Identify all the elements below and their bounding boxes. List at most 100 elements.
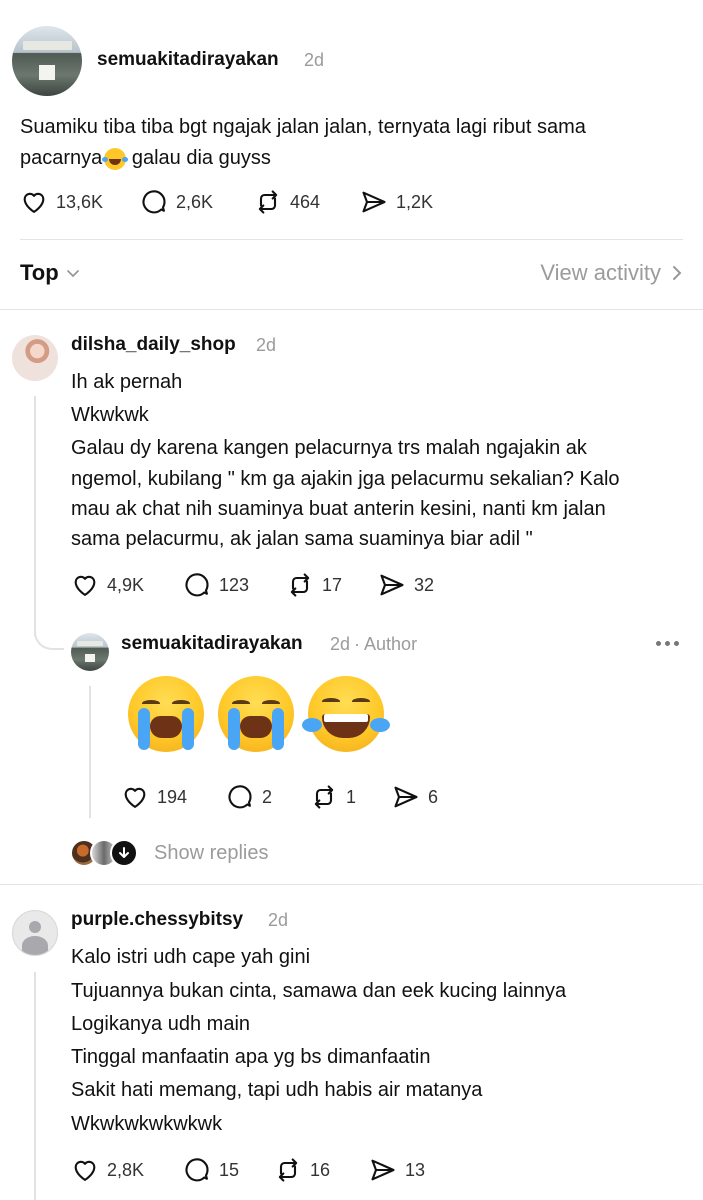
reply-time-value: 2d [330, 634, 351, 654]
comment-repost-button[interactable]: 17 [286, 571, 342, 599]
post-share-button[interactable]: 1,2K [360, 188, 433, 216]
post-text-line-2: pacarnya galau dia guyss [20, 143, 271, 174]
comment-line: mau ak chat nih suaminya buat anterin ke… [71, 498, 606, 520]
comment-like-button[interactable]: 2,8K [71, 1156, 144, 1184]
more-dots-icon [656, 641, 679, 646]
comment-reply-button[interactable]: 123 [183, 571, 249, 599]
post-text-line-1: Suamiku tiba tiba bgt ngajak jalan jalan… [20, 116, 586, 138]
repost-icon [258, 190, 278, 214]
post-text-line-2b: galau dia guyss [126, 147, 271, 169]
heart-icon [74, 1160, 96, 1181]
comment-line: Sakit hati memang, tapi udh habis air ma… [71, 1079, 483, 1101]
arrow-down-circle-icon [110, 839, 138, 867]
show-replies-label: Show replies [154, 841, 269, 864]
post-reply-count: 2,6K [176, 191, 214, 212]
author-badge: · Author [354, 634, 418, 654]
comment-line: Galau dy karena kangen pelacurnya trs ma… [71, 437, 587, 459]
loudly-crying-face-icon [128, 676, 204, 752]
view-activity-label: View activity [540, 260, 661, 285]
commenter-avatar[interactable] [12, 335, 58, 381]
thread-curve [34, 620, 64, 650]
sort-label: Top [20, 260, 59, 285]
comment-icon [185, 1158, 209, 1182]
view-activity-link[interactable]: View activity [540, 260, 683, 286]
comment-line: Tinggal manfaatin apa yg bs dimanfaatin [71, 1046, 431, 1068]
tears-of-joy-icon [102, 147, 129, 170]
comment-share-count: 32 [414, 574, 435, 595]
sort-dropdown[interactable]: Top [20, 260, 81, 286]
comment-line: ngemol, kubilang " km ga ajakin jga pela… [71, 468, 620, 490]
comment-line: Tujuannya bukan cinta, samawa dan eek ku… [71, 980, 567, 1002]
post-author-avatar[interactable] [12, 26, 82, 96]
comment-username[interactable]: dilsha_daily_shop [71, 334, 236, 356]
send-icon [362, 191, 386, 213]
tears-of-joy-face-icon [302, 676, 390, 752]
comment-repost-count: 17 [322, 574, 343, 595]
thread-line [34, 396, 36, 636]
post-like-button[interactable]: 13,6K [20, 188, 103, 216]
post-share-count: 1,2K [396, 191, 434, 212]
comment-like-count: 2,8K [107, 1159, 145, 1180]
comment-reply-count: 123 [219, 574, 250, 595]
comment-share-button[interactable]: 32 [378, 571, 434, 599]
heart-icon [124, 787, 146, 808]
comment-repost-button[interactable]: 16 [274, 1156, 330, 1184]
post-reply-button[interactable]: 2,6K [140, 188, 213, 216]
more-options-button[interactable] [656, 641, 679, 646]
send-icon [380, 574, 404, 596]
divider [20, 239, 683, 240]
chevron-down-icon [66, 270, 79, 278]
divider [0, 884, 703, 885]
repost-icon [314, 785, 334, 809]
reply-username[interactable]: semuakitadirayakan [121, 633, 303, 655]
comment-line: Wkwkwk [71, 404, 149, 426]
comment-username[interactable]: purple.chessybitsy [71, 909, 243, 931]
post-repost-button[interactable]: 464 [254, 188, 320, 216]
reply-like-count: 194 [157, 786, 188, 807]
comment-line: sama pelacurmu, ak jalan sama suaminya b… [71, 528, 533, 550]
comment-share-count: 13 [405, 1159, 426, 1180]
thread-line [89, 686, 91, 818]
comment-line: Wkwkwkwkwkwk [71, 1113, 223, 1135]
comment-line: Logikanya udh main [71, 1013, 251, 1035]
thread-line [34, 972, 36, 1200]
comment-icon [228, 785, 252, 809]
loudly-crying-face-icon [218, 676, 294, 752]
comment-like-button[interactable]: 4,9K [71, 571, 144, 599]
comment-icon [185, 573, 209, 597]
divider [0, 309, 703, 310]
repost-icon [278, 1158, 298, 1182]
comment-reply-count: 15 [219, 1159, 240, 1180]
reply-share-button[interactable]: 6 [392, 783, 438, 811]
commenter-avatar[interactable] [12, 910, 58, 956]
comment-reply-button[interactable]: 15 [183, 1156, 239, 1184]
comment-line: Kalo istri udh cape yah gini [71, 946, 311, 968]
send-icon [394, 786, 418, 808]
post-repost-count: 464 [290, 191, 321, 212]
comment-like-count: 4,9K [107, 574, 145, 595]
reply-repost-count: 1 [346, 786, 357, 807]
comment-share-button[interactable]: 13 [369, 1156, 425, 1184]
comment-line: Ih ak pernah [71, 371, 183, 393]
send-icon [371, 1159, 395, 1181]
repost-icon [290, 573, 310, 597]
reply-time: 2d · Author [330, 634, 417, 655]
reply-repost-button[interactable]: 1 [310, 783, 356, 811]
reply-reply-count: 2 [262, 786, 273, 807]
heart-icon [74, 575, 96, 596]
chevron-right-icon [673, 266, 682, 280]
show-replies-button[interactable]: Show replies [70, 839, 269, 867]
heart-icon [23, 192, 45, 213]
post-text-line-2a: pacarnya [20, 147, 103, 169]
post-like-count: 13,6K [56, 191, 104, 212]
comment-time: 2d [268, 910, 289, 930]
reply-author-avatar[interactable] [71, 633, 109, 671]
reply-like-button[interactable]: 194 [121, 783, 187, 811]
reply-share-count: 6 [428, 786, 439, 807]
comment-icon [142, 190, 166, 214]
post-username[interactable]: semuakitadirayakan [97, 49, 279, 71]
comment-repost-count: 16 [310, 1159, 331, 1180]
post-time: 2d [304, 50, 325, 70]
comment-time: 2d [256, 335, 277, 355]
reply-reply-button[interactable]: 2 [226, 783, 272, 811]
